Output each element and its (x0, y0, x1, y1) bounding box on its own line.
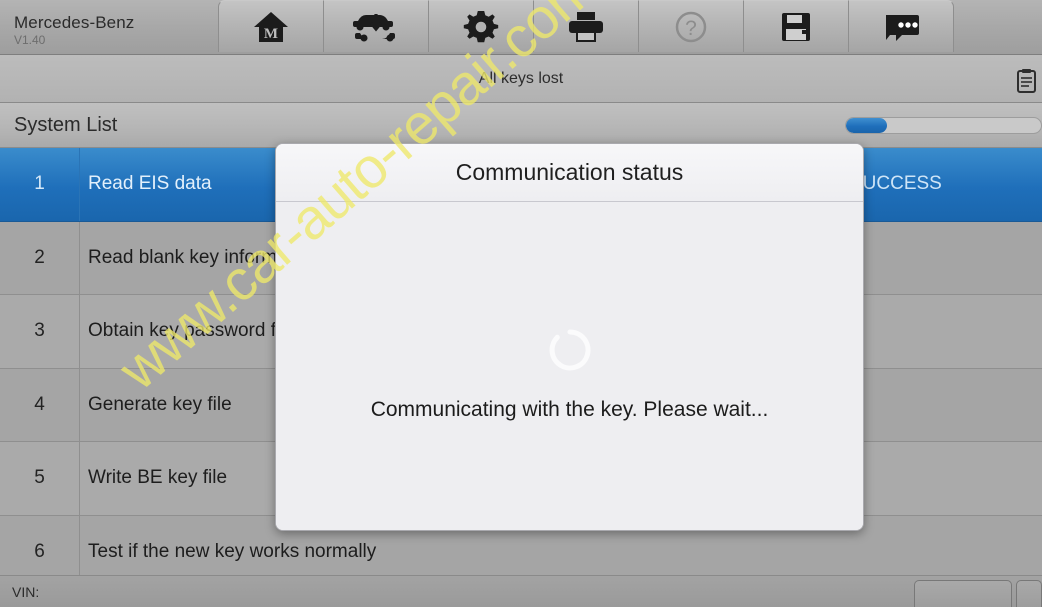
bottom-action-button-1[interactable] (914, 580, 1012, 607)
save-button[interactable] (743, 0, 849, 52)
row-status (840, 222, 1042, 295)
row-status (840, 369, 1042, 442)
home-icon: M (251, 10, 291, 44)
row-index: 4 (34, 393, 45, 415)
bottom-status-bar: VIN: (0, 575, 1042, 607)
system-list-bar: System List (0, 103, 1042, 148)
gear-icon (463, 9, 499, 45)
loading-spinner-icon (546, 326, 594, 374)
top-toolbar: Mercedes-Benz V1.40 M ? (0, 0, 1042, 55)
save-icon (780, 10, 812, 44)
svg-text:?: ? (685, 17, 697, 40)
row-index: 5 (34, 467, 45, 489)
row-status (840, 442, 1042, 515)
brand-version: V1.40 (14, 33, 46, 47)
bottom-action-button-2[interactable] (1016, 580, 1042, 607)
row-index: 6 (34, 540, 45, 562)
toolbar-buttons: M ? (218, 0, 954, 52)
communication-status-dialog: Communication status Communicating with … (275, 143, 864, 531)
feedback-button[interactable] (848, 0, 954, 52)
clipboard-icon[interactable] (1016, 68, 1040, 94)
row-index: 2 (34, 246, 45, 268)
vin-label: VIN: (12, 583, 40, 600)
help-icon: ? (674, 10, 708, 44)
dialog-message: Communicating with the key. Please wait.… (370, 398, 769, 421)
page-title: System List (14, 113, 118, 136)
brand-block: Mercedes-Benz V1.40 (0, 0, 218, 55)
sub-header-bar: All keys lost (0, 55, 1042, 103)
feedback-icon (882, 11, 920, 43)
printer-icon (567, 10, 605, 44)
dialog-body: Communicating with the key. Please wait.… (276, 202, 863, 530)
row-status (840, 295, 1042, 368)
print-button[interactable] (533, 0, 639, 52)
dialog-title: Communication status (276, 144, 863, 202)
row-index: 1 (34, 173, 45, 195)
progress-bar-fill (846, 118, 887, 133)
app-window: Mercedes-Benz V1.40 M ? All keys lost Sy… (0, 0, 1042, 607)
row-status: SUCCESS (850, 173, 942, 195)
svg-text:M: M (264, 26, 278, 42)
vehicle-swap-icon (350, 10, 402, 44)
home-button[interactable]: M (218, 0, 324, 52)
vehicle-button[interactable] (323, 0, 429, 52)
settings-button[interactable] (428, 0, 534, 52)
progress-bar (845, 117, 1042, 134)
sub-header-title: All keys lost (478, 69, 564, 87)
row-index: 3 (34, 320, 45, 342)
brand-name: Mercedes-Benz (14, 13, 135, 32)
bottom-button-group (914, 580, 1042, 607)
help-button[interactable]: ? (638, 0, 744, 52)
